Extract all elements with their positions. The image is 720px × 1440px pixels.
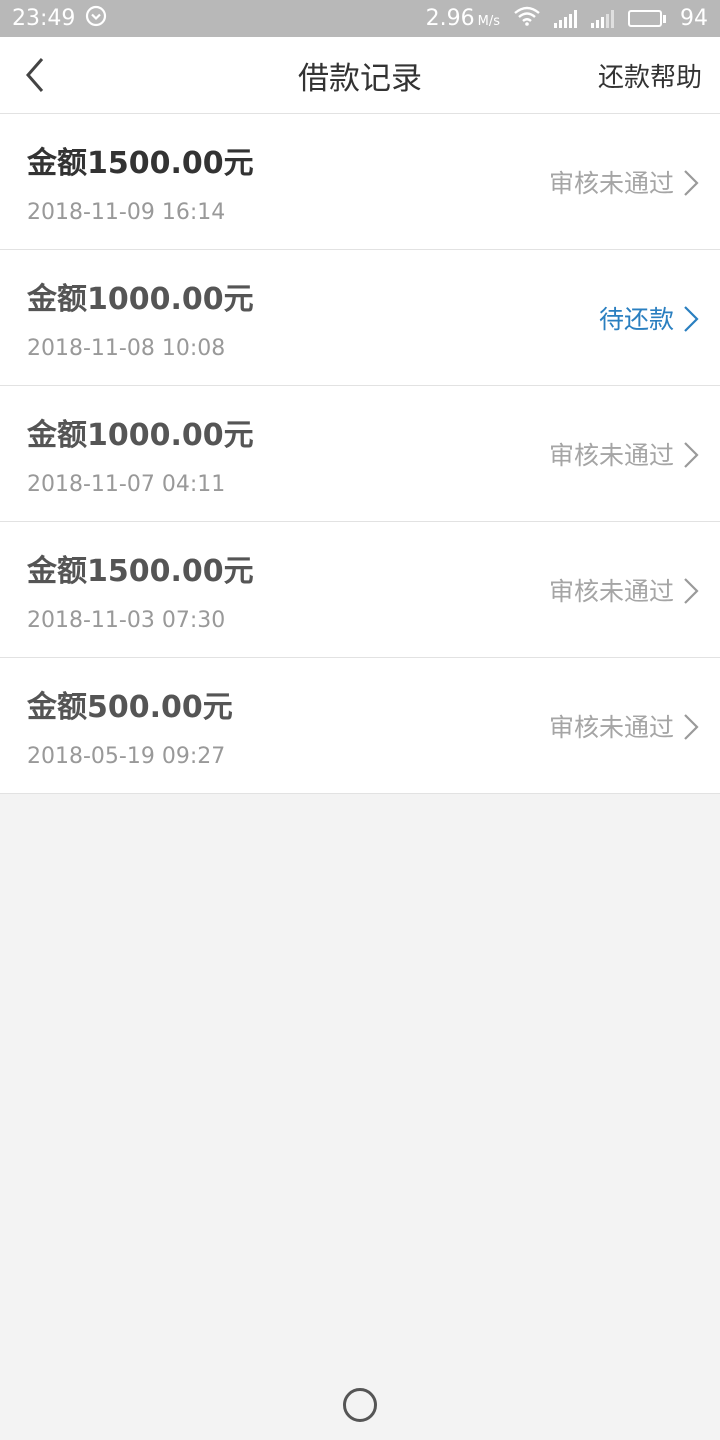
loan-record-item[interactable]: 金额500.00元 2018-05-19 09:27 审核未通过 (0, 658, 720, 794)
record-status: 审核未通过 (548, 713, 674, 742)
status-bar: 23:49 2.96 M/s 94 (0, 0, 720, 37)
battery-icon (628, 10, 666, 27)
record-amount: 金额1500.00元 (27, 554, 254, 589)
signal-icon (591, 9, 614, 28)
notification-icon (85, 5, 107, 33)
wifi-icon (514, 6, 540, 32)
record-datetime: 2018-11-03 07:30 (27, 608, 226, 633)
record-datetime: 2018-11-08 10:08 (27, 336, 226, 361)
chevron-right-icon (684, 170, 699, 196)
navigation-bar: 借款记录 还款帮助 (0, 37, 720, 114)
home-button[interactable] (343, 1388, 377, 1422)
loan-record-item[interactable]: 金额1500.00元 2018-11-03 07:30 审核未通过 (0, 522, 720, 658)
record-amount: 金额1000.00元 (27, 418, 254, 453)
network-speed: 2.96 M/s (426, 6, 500, 31)
loan-record-item[interactable]: 金额1000.00元 2018-11-08 10:08 待还款 (0, 250, 720, 386)
record-amount: 金额1500.00元 (27, 146, 254, 181)
repayment-help-link[interactable]: 还款帮助 (598, 37, 702, 114)
record-status: 待还款 (598, 305, 674, 334)
chevron-right-icon (684, 442, 699, 468)
record-datetime: 2018-11-07 04:11 (27, 472, 226, 497)
network-speed-value: 2.96 (425, 6, 475, 31)
record-datetime: 2018-05-19 09:27 (27, 744, 226, 769)
record-status: 审核未通过 (548, 577, 674, 606)
chevron-right-icon (684, 306, 699, 332)
chevron-left-icon (26, 58, 44, 92)
loan-record-list: 金额1500.00元 2018-11-09 16:14 审核未通过 金额1000… (0, 114, 720, 794)
back-button[interactable] (18, 55, 58, 95)
record-amount: 金额500.00元 (27, 690, 233, 725)
record-datetime: 2018-11-09 16:14 (27, 200, 226, 225)
signal-icon (554, 9, 577, 28)
battery-level: 94 (680, 6, 708, 31)
loan-record-item[interactable]: 金额1500.00元 2018-11-09 16:14 审核未通过 (0, 114, 720, 250)
chevron-right-icon (684, 714, 699, 740)
status-bar-left: 23:49 (12, 5, 107, 33)
loan-record-item[interactable]: 金额1000.00元 2018-11-07 04:11 审核未通过 (0, 386, 720, 522)
record-status: 审核未通过 (548, 441, 674, 470)
record-status: 审核未通过 (548, 169, 674, 198)
record-amount: 金额1000.00元 (27, 282, 254, 317)
status-bar-right: 2.96 M/s 94 (426, 6, 708, 32)
status-time: 23:49 (12, 6, 76, 31)
chevron-right-icon (684, 578, 699, 604)
network-speed-unit: M/s (477, 14, 500, 29)
